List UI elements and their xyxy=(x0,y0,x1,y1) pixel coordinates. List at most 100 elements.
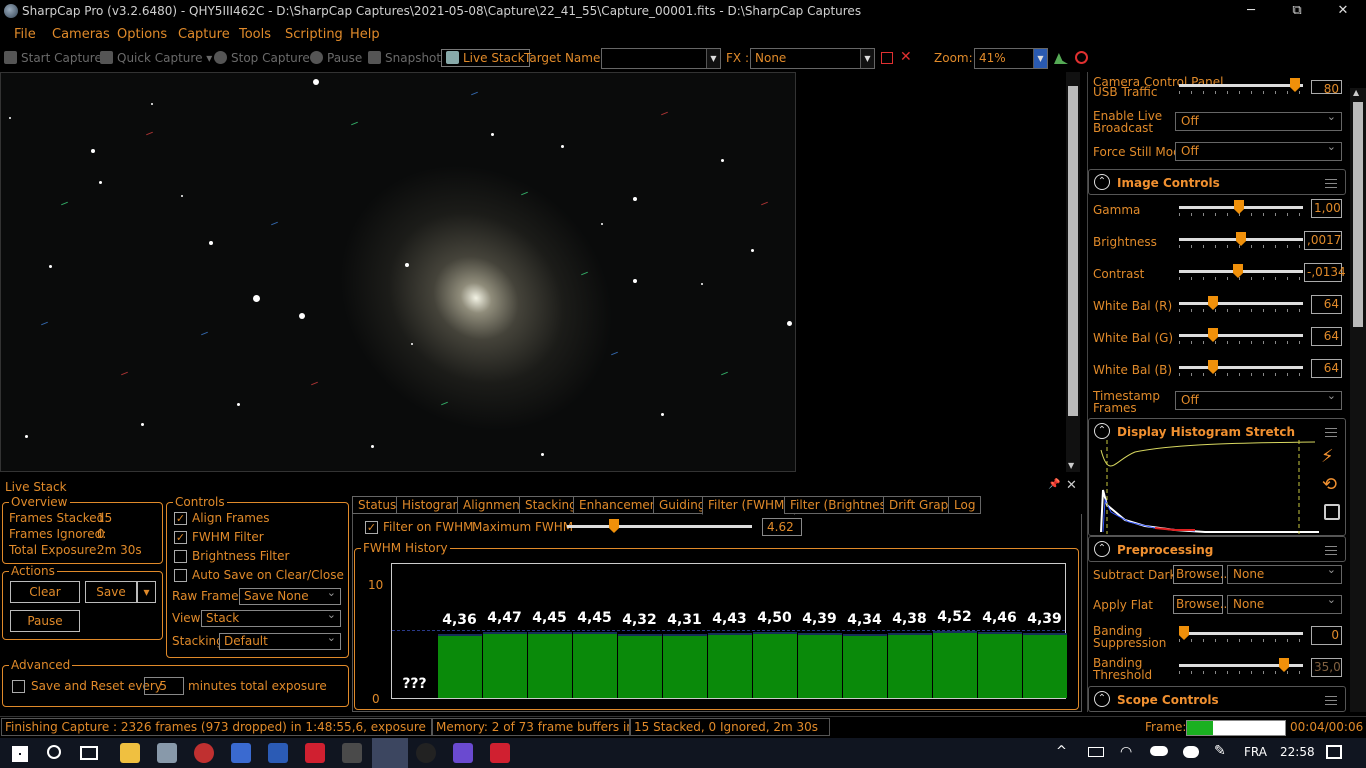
clock[interactable]: 22:58 xyxy=(1280,745,1315,759)
task-view-icon[interactable] xyxy=(80,746,98,760)
stop-capture-button[interactable]: Stop Capture xyxy=(214,51,310,65)
app-icon[interactable] xyxy=(231,743,251,763)
image-control-slider[interactable] xyxy=(1179,296,1303,312)
zoom-focus-icon[interactable] xyxy=(1075,51,1088,64)
search-icon[interactable] xyxy=(47,745,61,759)
image-vertical-scrollbar[interactable]: ▼ xyxy=(1066,72,1080,472)
save-dropdown-button[interactable]: ▾ xyxy=(137,581,156,603)
target-name-input[interactable]: ▼ xyxy=(601,48,721,69)
preprocessing-header[interactable]: ⌃ Preprocessing xyxy=(1088,536,1346,562)
pin-icon[interactable]: 📌 xyxy=(1048,479,1060,490)
tab-status[interactable]: Status xyxy=(352,496,403,514)
slider-thumb[interactable] xyxy=(609,519,619,533)
apply-flat-browse-button[interactable]: Browse... xyxy=(1173,595,1231,614)
snapshot-button[interactable]: Snapshot xyxy=(368,51,441,65)
sharpcap-taskbar-icon[interactable] xyxy=(372,738,408,768)
reticle-icon[interactable] xyxy=(881,52,893,64)
usb-traffic-slider[interactable] xyxy=(1179,78,1303,94)
pause-button[interactable]: Pause xyxy=(310,51,362,65)
vivaldi-icon[interactable] xyxy=(490,743,510,763)
raw-frames-select[interactable]: Save None xyxy=(239,585,341,605)
close-live-stack-icon[interactable]: ✕ xyxy=(1066,478,1077,493)
auto-stretch-icon[interactable]: ⚡ xyxy=(1321,446,1334,467)
slider-thumb[interactable] xyxy=(1208,328,1218,342)
minimize-button[interactable]: ─ xyxy=(1228,0,1274,23)
scrollbar-thumb[interactable] xyxy=(1068,86,1078,416)
force-still-mode-select[interactable]: Off xyxy=(1175,140,1342,161)
app-icon[interactable] xyxy=(157,743,177,763)
menu-file[interactable]: File xyxy=(14,27,36,42)
chevron-up-icon[interactable]: ^ xyxy=(1056,744,1067,759)
app-icon[interactable] xyxy=(453,743,473,763)
menu-options[interactable]: Options xyxy=(117,27,167,42)
cloud-upload-icon[interactable] xyxy=(1183,746,1199,758)
slider-thumb[interactable] xyxy=(1179,626,1189,640)
onedrive-icon[interactable] xyxy=(1150,746,1168,756)
word-icon[interactable] xyxy=(268,743,288,763)
image-control-slider[interactable] xyxy=(1179,200,1303,216)
scroll-down-icon[interactable]: ▼ xyxy=(1068,461,1074,470)
image-control-slider[interactable] xyxy=(1179,360,1303,376)
fx-select[interactable]: None ▼ xyxy=(750,48,875,69)
image-control-value[interactable]: 64 xyxy=(1311,359,1342,378)
image-control-value[interactable]: 64 xyxy=(1311,295,1342,314)
menu-icon[interactable] xyxy=(1325,179,1337,188)
app-icon[interactable] xyxy=(194,743,214,763)
zoom-select[interactable]: 41% ▼ xyxy=(974,48,1048,69)
live-stack-button[interactable]: Live Stack xyxy=(441,49,530,67)
pin-icon[interactable]: 📌 xyxy=(1348,76,1349,87)
menu-icon[interactable] xyxy=(1325,428,1337,437)
usb-traffic-value[interactable]: 80 xyxy=(1311,80,1342,96)
save-button[interactable]: Save xyxy=(85,581,137,603)
save-reset-checkbox[interactable] xyxy=(12,680,25,693)
slider-thumb[interactable] xyxy=(1236,232,1246,246)
align-frames-checkbox[interactable]: ✓ xyxy=(174,512,187,525)
banding-threshold-value[interactable]: 35,0 xyxy=(1311,658,1342,677)
menu-capture[interactable]: Capture xyxy=(178,27,230,42)
timestamp-frames-select[interactable]: Off xyxy=(1175,389,1342,410)
subtract-dark-browse-button[interactable]: Browse... xyxy=(1173,565,1231,584)
enable-live-broadcast-select[interactable]: Off xyxy=(1175,110,1342,131)
windows-start-icon[interactable] xyxy=(12,746,28,762)
image-control-slider[interactable] xyxy=(1179,232,1303,248)
slider-thumb[interactable] xyxy=(1279,658,1289,672)
fwhm-filter-checkbox[interactable]: ✓ xyxy=(174,531,187,544)
menu-help[interactable]: Help xyxy=(350,27,380,42)
subtract-dark-select[interactable]: None xyxy=(1227,563,1342,584)
file-explorer-icon[interactable] xyxy=(120,743,140,763)
image-control-value[interactable]: ,0017 xyxy=(1304,231,1342,250)
max-fwhm-value[interactable]: 4.62 xyxy=(762,518,802,536)
menu-tools[interactable]: Tools xyxy=(239,27,271,42)
camera-image-view[interactable] xyxy=(0,72,796,472)
image-control-value[interactable]: -,0134 xyxy=(1304,263,1346,282)
tab-filter-fwhm[interactable]: Filter (FWHM) xyxy=(702,496,796,515)
clear-button[interactable]: Clear xyxy=(10,581,80,603)
app-icon[interactable] xyxy=(416,743,436,763)
close-window-button[interactable]: ✕ xyxy=(1320,0,1366,23)
chevron-up-icon[interactable]: ⌃ xyxy=(1094,423,1110,439)
vivaldi-icon[interactable] xyxy=(305,743,325,763)
filter-on-fwhm-checkbox[interactable]: ✓ xyxy=(365,521,378,534)
view-select[interactable]: Stack xyxy=(201,607,341,627)
slider-thumb[interactable] xyxy=(1234,200,1244,214)
image-control-value[interactable]: 1,00 xyxy=(1311,199,1342,218)
menu-scripting[interactable]: Scripting xyxy=(285,27,343,42)
notifications-icon[interactable] xyxy=(1326,745,1342,759)
image-control-value[interactable]: 64 xyxy=(1311,327,1342,346)
reset-icon[interactable]: ⟲ xyxy=(1322,474,1337,495)
image-control-slider[interactable] xyxy=(1179,328,1303,344)
quick-capture-button[interactable]: Quick Capture ▾ xyxy=(100,51,212,65)
menu-cameras[interactable]: Cameras xyxy=(52,27,110,42)
banding-suppression-value[interactable]: 0 xyxy=(1311,626,1342,645)
app-icon[interactable] xyxy=(342,743,362,763)
banding-threshold-slider[interactable] xyxy=(1179,658,1303,674)
max-fwhm-slider[interactable] xyxy=(567,519,752,535)
crosshair-off-icon[interactable]: ✕ xyxy=(900,49,912,65)
save-icon[interactable] xyxy=(1324,504,1340,520)
slider-thumb[interactable] xyxy=(1208,360,1218,374)
battery-icon[interactable] xyxy=(1088,747,1104,757)
banding-suppression-slider[interactable] xyxy=(1179,626,1303,642)
menu-icon[interactable] xyxy=(1325,546,1337,555)
language-indicator[interactable]: FRA xyxy=(1244,745,1267,759)
control-panel-scrollbar[interactable]: ▲ xyxy=(1350,88,1366,712)
